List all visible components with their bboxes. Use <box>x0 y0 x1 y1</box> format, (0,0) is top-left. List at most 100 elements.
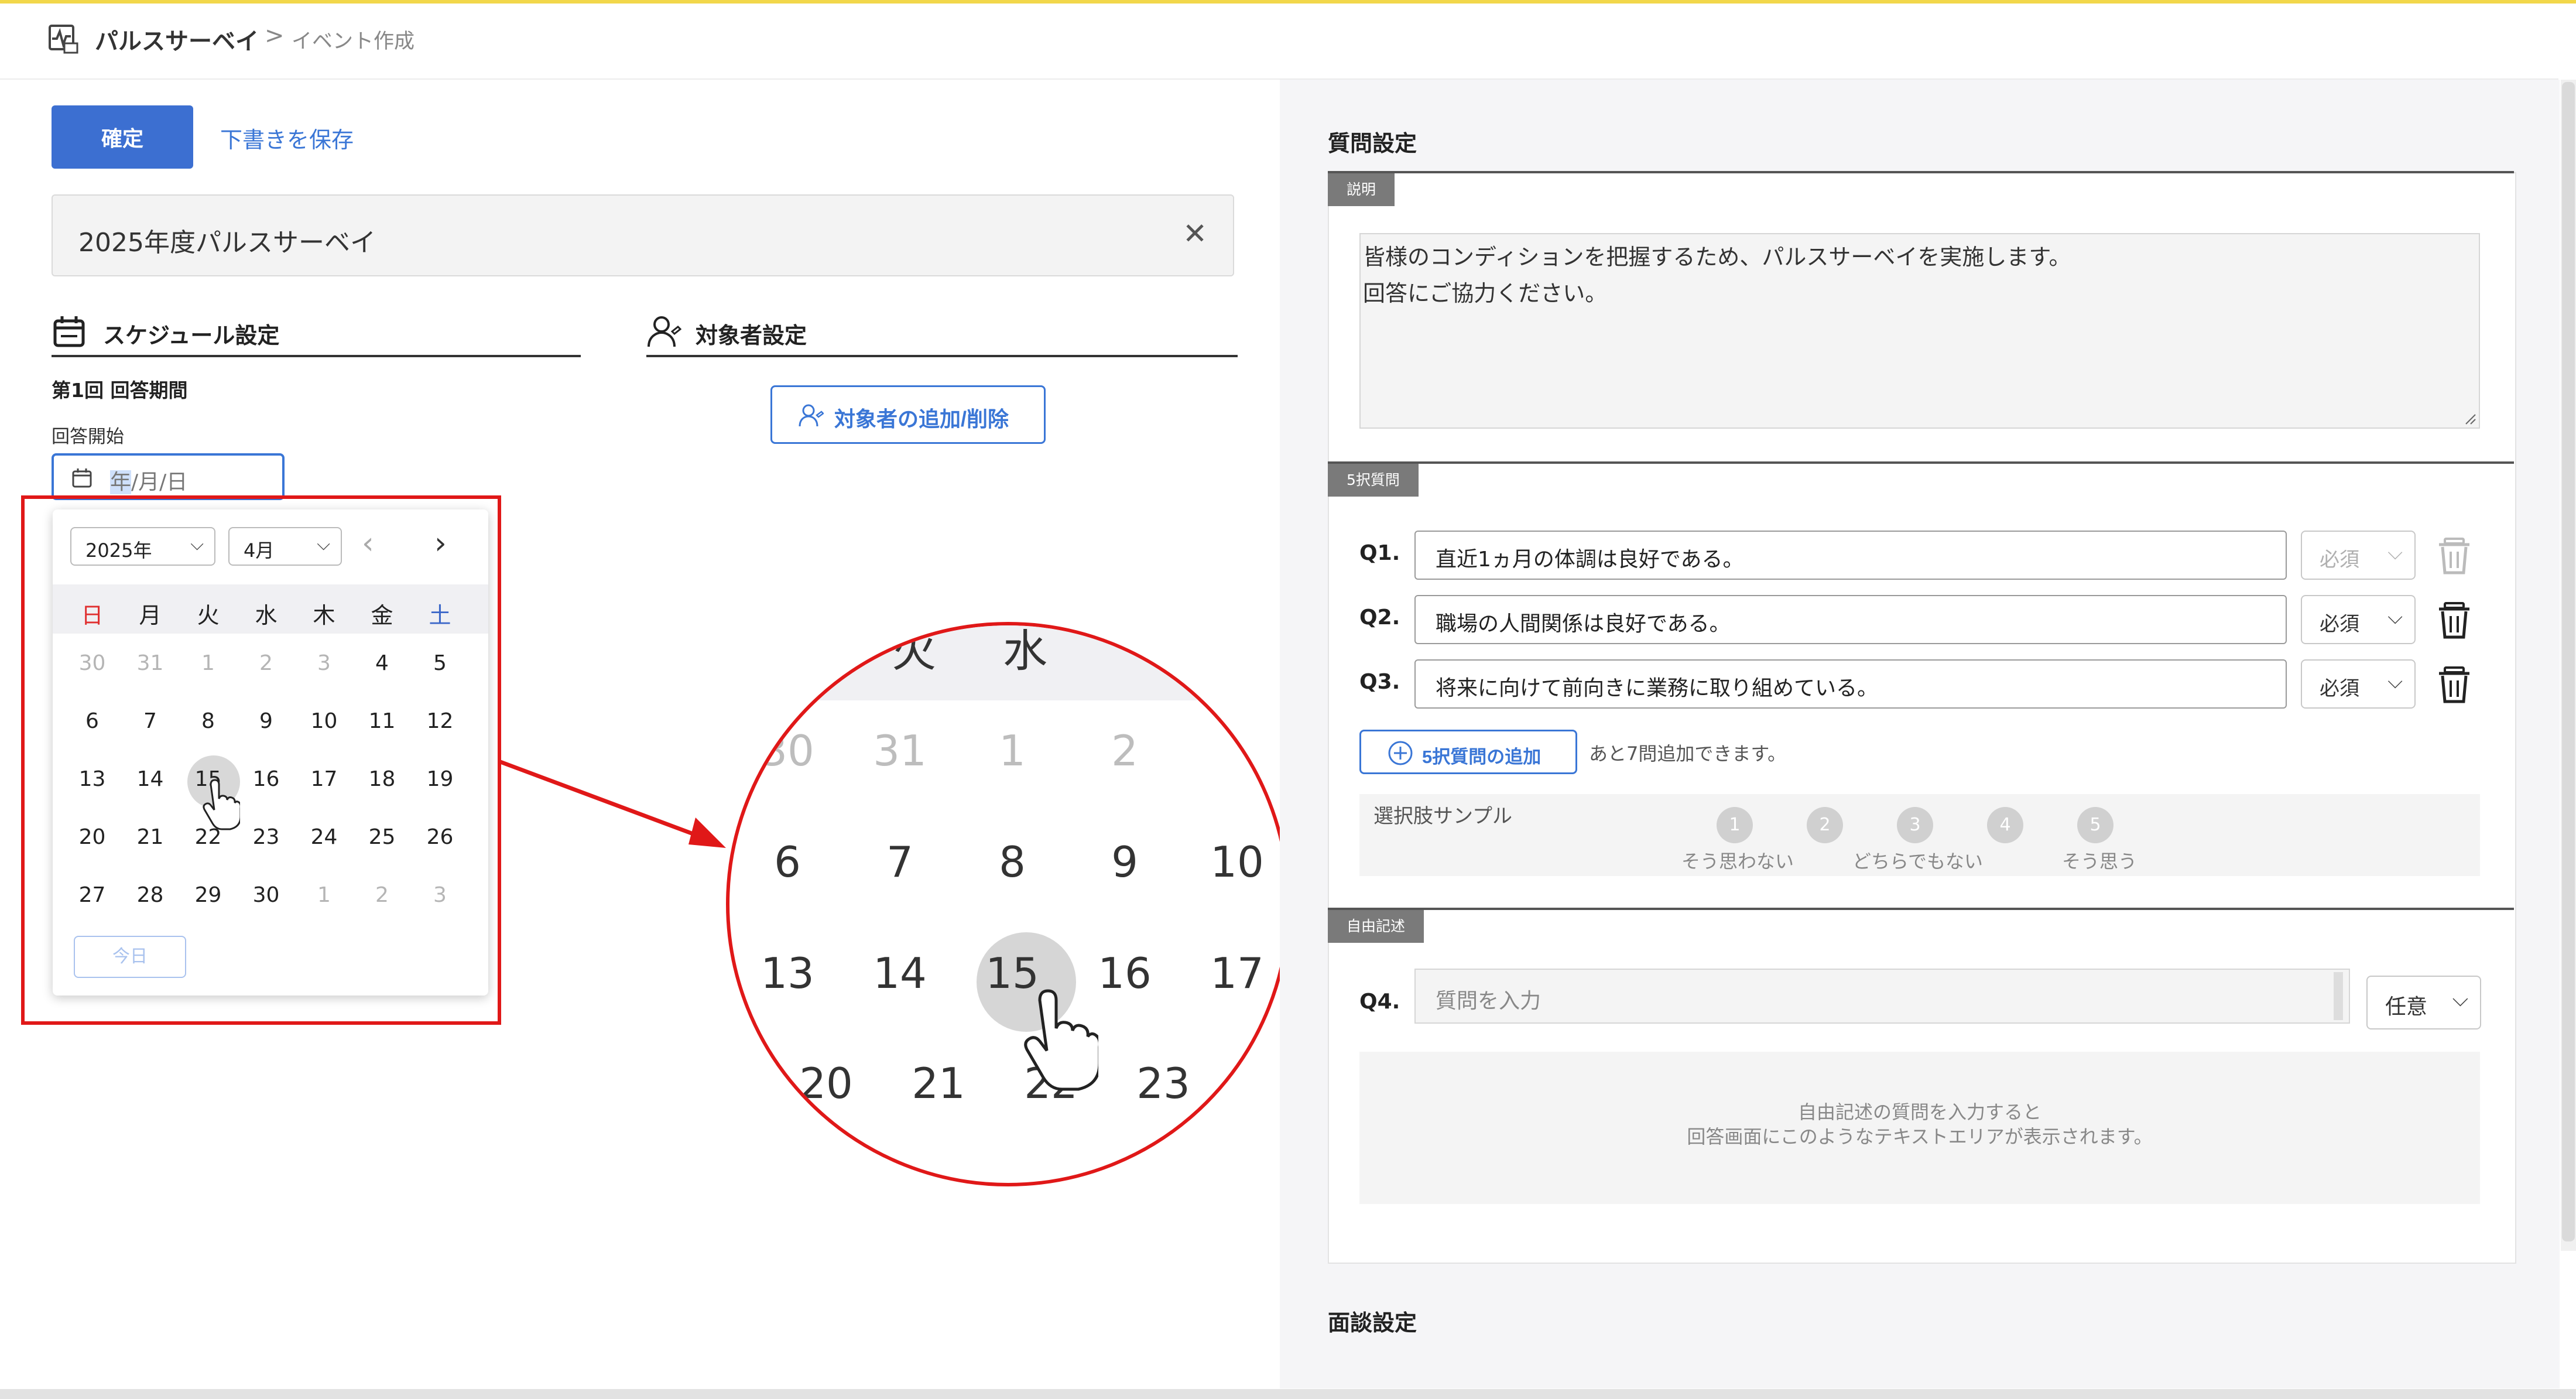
magnifier-day: 2 <box>1111 726 1138 775</box>
page-scrollbar-thumb[interactable] <box>2562 82 2575 1241</box>
resize-handle-icon[interactable] <box>2464 412 2476 425</box>
chevron-down-icon: ⌵ <box>2387 606 2403 629</box>
q4-optional-value: 任意 <box>2385 995 2428 1019</box>
answer-period-label: 第1回 回答期間 <box>52 379 188 402</box>
q3-input[interactable]: 将来に向けて前向きに業務に取り組めている。 <box>1414 659 2287 709</box>
magnifier-day: 8 <box>999 837 1026 887</box>
description-textarea[interactable]: 皆様のコンディションを把握するため、パルスサーベイを実施します。 回答にご協力く… <box>1359 233 2480 429</box>
q2-required-select[interactable]: 必須 ⌵ <box>2301 595 2416 644</box>
scale-label-low: そう思わない <box>1681 850 1794 873</box>
save-draft-link[interactable]: 下書きを保存 <box>220 122 354 154</box>
chevron-down-icon: ⌵ <box>2387 670 2403 693</box>
q4-scrollbar[interactable] <box>2334 972 2343 1020</box>
magnifier-weekday: 月 <box>780 625 825 677</box>
event-title-value: 2025年度パルスサーベイ <box>78 228 376 258</box>
magnifier-day: 30 <box>761 726 814 775</box>
magnifier-day: 14 <box>873 949 927 998</box>
date-placeholder-year: 年 <box>110 470 132 494</box>
pulse-survey-icon <box>49 25 78 54</box>
q2-required-value: 必須 <box>2320 613 2359 636</box>
magnifier-day: 17 <box>1210 949 1264 998</box>
callout-arrow-icon <box>498 759 726 848</box>
app-title[interactable]: パルスサーベイ <box>95 22 259 56</box>
choice-sample-label: 選択肢サンプル <box>1373 805 1512 828</box>
q4-placeholder: 質問を入力 <box>1436 989 1542 1013</box>
interview-settings-title: 面談設定 <box>1328 1310 1417 1336</box>
calendar-magnifier: 月火水 303112678910131415161720212223 <box>726 622 1290 1186</box>
remaining-questions-note: あと7問追加できます。 <box>1589 743 1787 765</box>
q3-required-select[interactable]: 必須 ⌵ <box>2301 659 2416 709</box>
schedule-section-title: スケジュール設定 <box>103 323 280 348</box>
magnifier-day: 7 <box>886 837 913 887</box>
clear-icon[interactable]: ✕ <box>1183 219 1207 248</box>
scale-label-high: そう思う <box>2062 850 2137 873</box>
description-line-1: 皆様のコンディションを把握するため、パルスサーベイを実施します。 <box>1363 244 2071 270</box>
trash-icon[interactable] <box>2437 536 2472 575</box>
q1-required-value: 必須 <box>2320 548 2359 572</box>
q1-text: 直近1ヵ月の体調は良好である。 <box>1436 548 1744 572</box>
chevron-down-icon: ⌵ <box>2452 987 2468 1011</box>
magnifier-day: 21 <box>912 1059 965 1108</box>
scale-point: 1 <box>1717 807 1753 843</box>
scale-point: 3 <box>1897 807 1933 843</box>
scale-point: 4 <box>1987 807 2023 843</box>
schedule-divider <box>52 355 581 357</box>
target-divider <box>646 355 1238 357</box>
question-settings-title: 質問設定 <box>1328 131 1417 156</box>
magnifier-weekday: 火 <box>892 625 936 677</box>
chevron-down-icon: ⌵ <box>2387 541 2403 565</box>
q3-text: 将来に向けて前向きに業務に取り組めている。 <box>1436 676 1879 700</box>
q1-required-select[interactable]: 必須 ⌵ <box>2301 531 2416 580</box>
scale-label-mid: どちらでもない <box>1852 850 1984 873</box>
q4-question-input[interactable]: 質問を入力 <box>1414 969 2350 1024</box>
q1-number: Q1. <box>1359 541 1400 565</box>
breadcrumb-current: イベント作成 <box>292 30 415 53</box>
trash-icon[interactable] <box>2437 601 2472 639</box>
description-tag: 説明 <box>1328 173 1395 206</box>
callout-highlight-box <box>21 495 501 1025</box>
q1-input[interactable]: 直近1ヵ月の体調は良好である。 <box>1414 531 2287 580</box>
description-line-2: 回答にご協力ください。 <box>1363 281 1608 306</box>
q2-input[interactable]: 職場の人間関係は良好である。 <box>1414 595 2287 644</box>
add-five-choice-button[interactable]: 5択質問の追加 <box>1359 730 1577 774</box>
magnifier-day: 13 <box>761 949 814 998</box>
five-choice-tag: 5択質問 <box>1328 464 1419 497</box>
free-preview-line-2: 回答画面にこのようなテキストエリアが表示されます。 <box>1687 1126 2153 1148</box>
magnifier-day: 10 <box>1210 837 1264 887</box>
q2-number: Q2. <box>1359 606 1400 630</box>
q2-text: 職場の人間関係は良好である。 <box>1436 612 1731 636</box>
q3-number: Q3. <box>1359 670 1400 694</box>
free-text-preview: 自由記述の質問を入力すると 回答画面にこのようなテキストエリアが表示されます。 <box>1359 1052 2480 1204</box>
add-remove-target-label: 対象者の追加/削除 <box>834 407 1009 431</box>
magnifier-day: 31 <box>873 726 927 775</box>
magnifier-day: 9 <box>1111 837 1138 887</box>
hand-cursor-icon <box>1024 989 1098 1091</box>
free-text-tag: 自由記述 <box>1328 910 1424 943</box>
five-choice-divider <box>1328 461 2514 464</box>
magnifier-weekday: 水 <box>1003 625 1047 677</box>
plus-circle-icon <box>1388 741 1413 765</box>
free-text-divider <box>1328 908 2514 910</box>
answer-start-label: 回答開始 <box>52 426 124 447</box>
event-title-input[interactable]: 2025年度パルスサーベイ ✕ <box>52 194 1234 276</box>
magnifier-day: 20 <box>799 1059 853 1108</box>
scale-point: 2 <box>1807 807 1843 843</box>
user-icon <box>648 316 681 347</box>
q4-optional-select[interactable]: 任意 ⌵ <box>2366 976 2481 1029</box>
trash-icon[interactable] <box>2437 665 2472 704</box>
free-preview-line-1: 自由記述の質問を入力すると <box>1797 1101 2041 1123</box>
choice-sample-box: 選択肢サンプル 1 2 3 4 5 そう思わない どちらでもない そう思う <box>1359 794 2480 876</box>
magnifier-day: 23 <box>1136 1059 1190 1108</box>
calendar-small-icon <box>72 468 92 488</box>
add-remove-target-button[interactable]: 対象者の追加/削除 <box>770 385 1046 444</box>
description-divider <box>1328 171 2514 173</box>
q3-required-value: 必須 <box>2320 677 2359 700</box>
breadcrumb-separator: > <box>265 22 285 49</box>
user-add-icon <box>799 404 824 427</box>
date-placeholder: 年/月/日 <box>110 465 187 495</box>
answer-start-date-input[interactable]: 年/月/日 <box>52 453 285 500</box>
magnifier-day: 1 <box>999 726 1026 775</box>
date-placeholder-rest: /月/日 <box>131 470 188 494</box>
confirm-button[interactable]: 確定 <box>52 105 193 169</box>
magnifier-day: 6 <box>774 837 801 887</box>
